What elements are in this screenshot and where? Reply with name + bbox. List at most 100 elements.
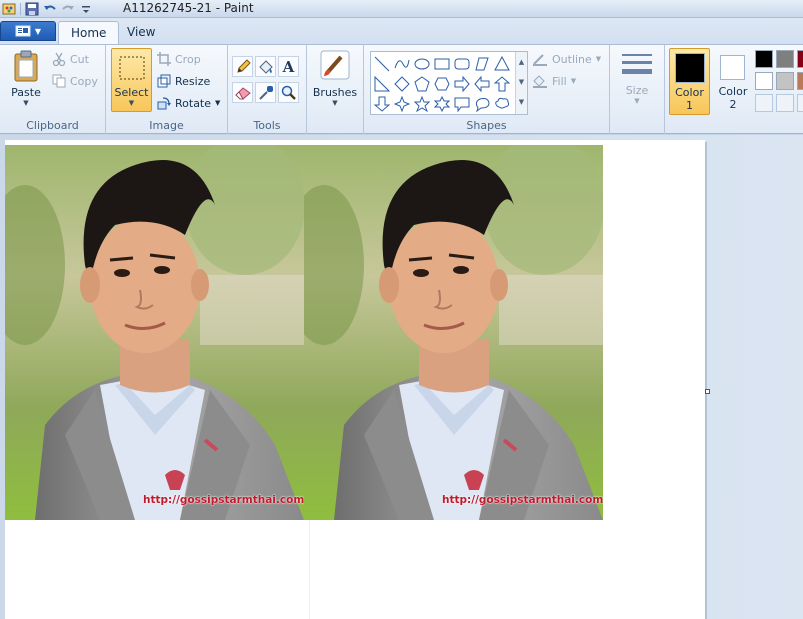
quick-access-toolbar: [2, 0, 93, 18]
rotate-label: Rotate: [175, 96, 212, 110]
drawing-canvas[interactable]: http://gossipstarmthai.com http://gossip…: [5, 140, 705, 619]
brush-icon: [320, 50, 350, 80]
resize-button[interactable]: Resize: [157, 74, 210, 88]
palette-swatch-light-gray[interactable]: [776, 72, 794, 90]
palette-swatch-black[interactable]: [755, 50, 773, 68]
resize-label: Resize: [175, 74, 211, 88]
chevron-up-icon[interactable]: ▲: [516, 52, 527, 72]
save-icon[interactable]: [25, 2, 39, 16]
palette-swatch-white[interactable]: [755, 72, 773, 90]
palette-swatch-gray[interactable]: [776, 50, 794, 68]
clipboard-group-label: Clipboard: [26, 119, 79, 132]
cut-button[interactable]: Cut: [52, 52, 89, 66]
color1-swatch: [675, 53, 705, 83]
crop-button[interactable]: Crop: [157, 52, 201, 66]
portrait-image: [5, 145, 304, 520]
copy-label: Copy: [70, 74, 98, 88]
select-button[interactable]: Select ▼: [111, 48, 152, 112]
title-bar: A11262745-21 - Paint: [0, 0, 803, 18]
color-picker-icon[interactable]: [255, 82, 276, 103]
palette-swatch-custom-2[interactable]: [776, 94, 794, 112]
canvas-photo-right: http://gossipstarmthai.com: [304, 145, 603, 520]
line-shape-icon[interactable]: [373, 55, 391, 73]
crop-icon: [157, 52, 171, 66]
shapes-gallery: ▲ ▼ ▼: [370, 51, 528, 115]
chevron-down-icon: ▼: [215, 99, 221, 107]
six-point-star-shape-icon[interactable]: [433, 95, 451, 113]
watermark-text: http://gossipstarmthai.com: [442, 494, 603, 506]
right-arrow-shape-icon[interactable]: [453, 75, 471, 93]
tab-home[interactable]: Home: [58, 21, 120, 44]
fill-label: Fill: [552, 74, 567, 88]
tab-view[interactable]: View: [115, 21, 167, 44]
watermark-text: http://gossipstarmthai.com: [143, 494, 304, 506]
shapes-group: ▲ ▼ ▼ Outline ▼ Fill ▼ Shapes: [364, 45, 610, 134]
triangle-shape-icon[interactable]: [493, 55, 511, 73]
hexagon-shape-icon[interactable]: [433, 75, 451, 93]
rotate-icon: [157, 97, 171, 110]
canvas-resize-handle[interactable]: [705, 389, 710, 394]
ribbon-tabs: ▼ Home View: [0, 18, 803, 44]
color2-button[interactable]: Color 2: [713, 48, 753, 115]
fill-icon[interactable]: [255, 56, 276, 77]
paste-button[interactable]: Paste ▼: [6, 49, 46, 113]
chevron-down-icon: ▼: [128, 99, 135, 107]
portrait-image: [304, 145, 603, 520]
paint-app-icon[interactable]: [2, 2, 16, 16]
polygon-shape-icon[interactable]: [473, 55, 491, 73]
color1-button[interactable]: Color 1: [669, 48, 710, 115]
color1-label-number: 1: [686, 99, 693, 112]
line-width-icon: [622, 54, 652, 74]
oval-shape-icon[interactable]: [413, 55, 431, 73]
pentagon-shape-icon[interactable]: [413, 75, 431, 93]
scissors-icon: [52, 52, 66, 66]
canvas-seam: [309, 520, 310, 619]
chevron-down-icon[interactable]: ▼: [516, 72, 527, 92]
oval-callout-shape-icon[interactable]: [473, 95, 491, 113]
rectangular-callout-shape-icon[interactable]: [453, 95, 471, 113]
chevron-down-icon: ▼: [634, 97, 640, 105]
four-point-star-shape-icon[interactable]: [393, 95, 411, 113]
rectangle-shape-icon[interactable]: [433, 55, 451, 73]
eraser-icon[interactable]: [232, 82, 253, 103]
rotate-button[interactable]: Rotate ▼: [157, 96, 220, 110]
chevron-down-icon: ▼: [595, 55, 602, 63]
colors-group: Color 1 Color 2: [665, 45, 803, 134]
copy-button[interactable]: Copy: [52, 74, 98, 88]
fill-bucket-icon: [533, 75, 547, 88]
up-arrow-shape-icon[interactable]: [493, 75, 511, 93]
magnifier-icon[interactable]: [278, 82, 299, 103]
palette-swatch-brown[interactable]: [797, 72, 803, 90]
color2-label: Color 2: [713, 85, 753, 111]
customize-qat-icon[interactable]: [79, 2, 93, 16]
palette-swatch-dark-red[interactable]: [797, 50, 803, 68]
brushes-group: Brushes ▼: [307, 45, 364, 134]
diamond-shape-icon[interactable]: [393, 75, 411, 93]
brushes-button[interactable]: Brushes ▼: [312, 49, 358, 113]
undo-icon[interactable]: [43, 2, 57, 16]
cloud-callout-shape-icon[interactable]: [493, 95, 511, 113]
down-arrow-shape-icon[interactable]: [373, 95, 391, 113]
color1-label: Color 1: [670, 86, 709, 112]
palette-swatch-custom-1[interactable]: [755, 94, 773, 112]
redo-icon[interactable]: [61, 2, 75, 16]
right-triangle-shape-icon[interactable]: [373, 75, 391, 93]
paint-menu-button[interactable]: ▼: [0, 21, 56, 41]
outline-icon: [533, 54, 547, 66]
chevron-down-icon: ▼: [34, 26, 42, 36]
menu-icon: [15, 25, 31, 37]
image-group-label: Image: [149, 119, 184, 132]
pencil-icon[interactable]: [232, 56, 253, 77]
fill-button[interactable]: Fill ▼: [532, 74, 576, 88]
size-button[interactable]: Size ▼: [618, 51, 656, 115]
image-group: Select ▼ Crop Resize Rotate ▼ Image: [106, 45, 228, 134]
expand-gallery-icon[interactable]: ▼: [516, 92, 527, 112]
left-arrow-shape-icon[interactable]: [473, 75, 491, 93]
five-point-star-shape-icon[interactable]: [413, 95, 431, 113]
text-icon[interactable]: A: [278, 56, 299, 77]
palette-swatch-custom-3[interactable]: [797, 94, 803, 112]
curve-shape-icon[interactable]: [393, 55, 411, 73]
rounded-rectangle-shape-icon[interactable]: [453, 55, 471, 73]
shapes-scrollbar[interactable]: ▲ ▼ ▼: [515, 52, 527, 114]
outline-button[interactable]: Outline ▼: [532, 52, 601, 66]
